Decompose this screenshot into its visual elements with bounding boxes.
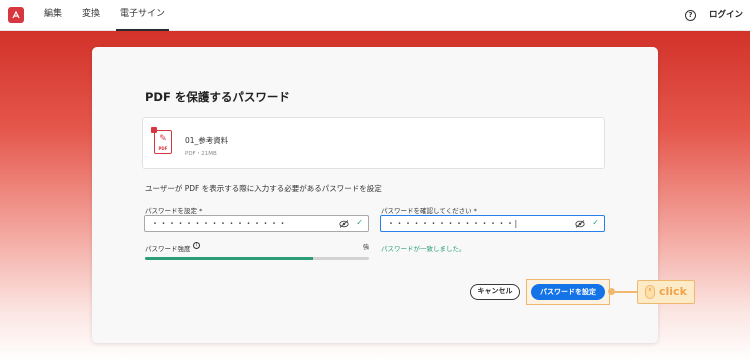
password-input[interactable]: ・・・・・・・・・・・・・・・・ ✓ — [144, 215, 369, 232]
nav-item-e-sign[interactable]: 電子サイン — [116, 0, 170, 31]
acrobat-mark-icon: ✎ — [159, 134, 167, 144]
valid-check-icon: ✓ — [592, 218, 599, 227]
password-label: パスワードを設定 * — [145, 207, 203, 215]
strength-meter — [145, 257, 369, 260]
file-name: 01_参考資料 — [185, 136, 229, 145]
nav-item-convert[interactable]: 変換 — [82, 0, 100, 31]
callout-connector-dot — [608, 288, 615, 295]
confirm-password-label: パスワードを確認してください * — [381, 207, 477, 215]
pdf-icon-label: PDF — [158, 146, 168, 151]
eye-hidden-icon[interactable] — [339, 220, 349, 228]
password-value: ・・・・・・・・・・・・・・・・ — [151, 219, 287, 228]
file-card: ✎ PDF 01_参考資料 PDF・21MB — [142, 117, 605, 169]
valid-check-icon: ✓ — [356, 218, 363, 227]
instruction-text: ユーザーが PDF を表示する際に入力する必要があるパスワードを設定 — [145, 184, 382, 193]
pdf-corner-mark — [151, 127, 157, 133]
login-link[interactable]: ログイン — [709, 0, 743, 31]
password-match-message: パスワードが一致しました。 — [381, 245, 466, 253]
nav-item-edit[interactable]: 編集 — [44, 0, 62, 31]
confirm-password-input[interactable]: ・・・・・・・・・・・・・・・| ✓ — [380, 215, 605, 232]
protect-pdf-dialog: PDF を保護するパスワード ✎ PDF 01_参考資料 PDF・21MB ユー… — [92, 47, 658, 343]
callout-connector — [612, 291, 637, 293]
file-meta: PDF・21MB — [185, 151, 217, 157]
help-icon[interactable]: ? — [685, 10, 696, 21]
click-callout-text: click — [659, 285, 687, 298]
set-password-button[interactable]: パスワードを設定 — [531, 284, 605, 300]
top-nav-bar: 編集 変換 電子サイン ? ログイン — [0, 0, 750, 31]
confirm-password-value: ・・・・・・・・・・・・・・・| — [387, 219, 518, 228]
eye-hidden-icon[interactable] — [575, 220, 585, 228]
click-callout: click — [637, 280, 695, 304]
strength-value: 強 — [363, 244, 370, 251]
dialog-title: PDF を保護するパスワード — [145, 90, 290, 104]
pdf-file-icon: ✎ PDF — [151, 127, 172, 154]
acrobat-logo-icon[interactable] — [8, 7, 24, 23]
cancel-button[interactable]: キャンセル — [470, 284, 520, 300]
strength-meter-fill — [145, 257, 313, 260]
mouse-icon — [645, 285, 655, 299]
strength-label: パスワード強度 — [145, 245, 191, 253]
info-icon[interactable]: i — [193, 242, 200, 249]
